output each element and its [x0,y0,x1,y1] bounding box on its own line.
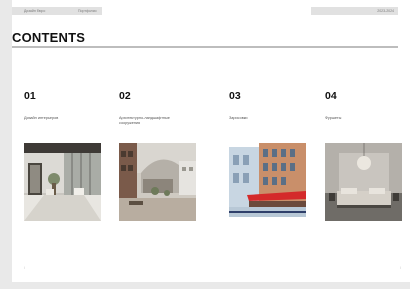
footer-mark-right: I [400,265,402,270]
section-item-04[interactable]: 04 Фуршеты [325,90,405,121]
header-left-bar: Дизайн бюро Портфолио [12,7,102,15]
section-label: Фуршеты [325,116,342,120]
minimal-bedroom-photo[interactable] [325,143,402,221]
section-label: Зарисовки [229,116,248,120]
page-title: CONTENTS [12,30,86,45]
section-label: Архитектурно-ландшафтные сооружения [119,116,170,125]
section-item-02[interactable]: 02 Архитектурно-ландшафтные сооружения [119,90,199,126]
section-number: 03 [229,90,241,102]
footer-mark-left: I [24,265,26,270]
page-bottom-margin [0,282,410,289]
header-right-text: 2023-2024 [377,9,394,13]
section-label: Дизайн интерьеров [24,116,59,120]
header-right-bar: 2023-2024 [311,7,398,15]
architecture-courtyard-photo[interactable] [119,143,196,221]
section-item-01[interactable]: 01 Дизайн интерьеров [24,90,104,121]
architecture-courtyard-image [119,143,196,221]
section-number: 01 [24,90,36,102]
title-divider [12,46,398,48]
watercolor-street-sketch[interactable] [229,143,306,221]
header-left-text-1: Дизайн бюро [24,9,46,13]
minimal-bedroom-image [325,143,402,221]
modern-lobby-photo[interactable] [24,143,101,221]
watercolor-street-image [229,143,306,221]
page-left-margin [0,0,12,289]
section-number: 02 [119,90,131,102]
section-item-03[interactable]: 03 Зарисовки [229,90,309,121]
section-number: 04 [325,90,337,102]
modern-lobby-image [24,143,101,221]
header-left-text-2: Портфолио [78,9,97,13]
